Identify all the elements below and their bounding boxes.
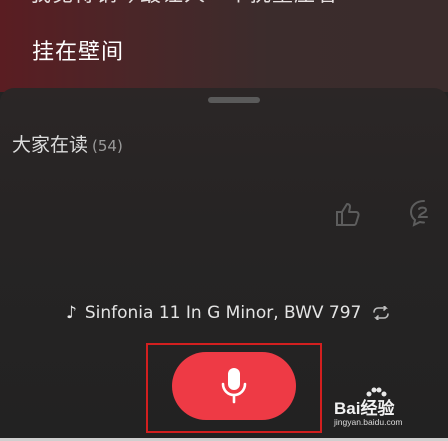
drag-handle[interactable] — [208, 97, 260, 103]
loop-icon[interactable] — [371, 306, 391, 320]
section-header: 大家在读 (54) — [12, 130, 123, 157]
highlight-frame — [146, 343, 322, 433]
reader-count: (54) — [92, 137, 123, 155]
watermark-brand: Bai经验 — [334, 399, 395, 418]
thumbs-up-icon[interactable] — [334, 200, 362, 228]
comment-icon[interactable] — [408, 198, 440, 228]
music-note-icon: ♪ — [66, 303, 77, 323]
article-title[interactable]: 挂在壁间 — [32, 34, 124, 66]
track-title: Sinfonia 11 In G Minor, BWV 797 — [84, 303, 362, 323]
baidu-jingyan-watermark: Bai经验 jingyan.baidu.com — [330, 387, 445, 434]
section-title: 大家在读 — [12, 134, 89, 156]
blurred-backdrop: 我觉得钢琴最让人一个挑重压着 挂在壁间 — [0, 0, 448, 92]
watermark-url: jingyan.baidu.com — [334, 417, 403, 427]
clipped-text: 我觉得钢琴最让人一个挑重压着 — [30, 0, 338, 8]
now-playing[interactable]: ♪ Sinfonia 11 In G Minor, BWV 797 — [66, 301, 391, 325]
